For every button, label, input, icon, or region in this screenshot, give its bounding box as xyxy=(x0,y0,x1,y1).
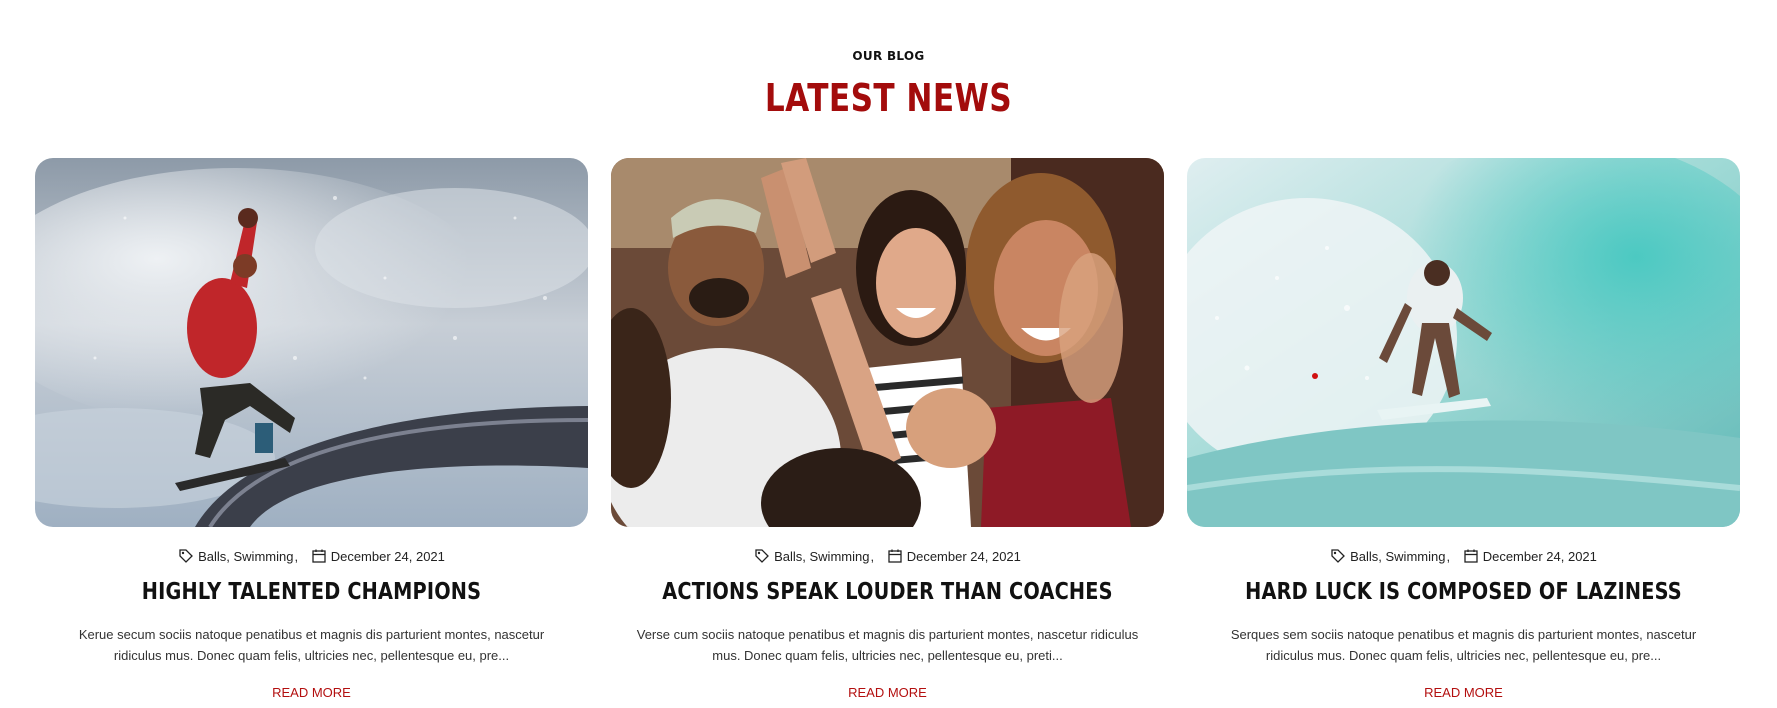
post-excerpt: Serques sem sociis natoque penatibus et … xyxy=(1230,627,1697,663)
blog-card: Balls, Swimming, December 24, 2021 HIGHL… xyxy=(35,158,588,700)
tag-icon xyxy=(178,548,194,564)
post-excerpt: Kerue secum sociis natoque penatibus et … xyxy=(78,627,545,663)
post-title[interactable]: HIGHLY TALENTED CHAMPIONS xyxy=(79,579,544,605)
post-image-surfer[interactable] xyxy=(1187,158,1740,527)
section-heading: LATEST NEWS xyxy=(764,76,1013,120)
post-date: December 24, 2021 xyxy=(330,549,445,564)
calendar-icon xyxy=(1463,548,1479,564)
post-image-snowboarder[interactable] xyxy=(35,158,588,527)
read-more-link[interactable]: READ MORE xyxy=(611,685,1164,700)
post-image-fans[interactable] xyxy=(611,158,1164,527)
snowboarder-image xyxy=(35,158,588,527)
post-meta: Balls, Swimming, December 24, 2021 xyxy=(1187,548,1740,564)
post-categories-link[interactable]: Balls, Swimming xyxy=(198,549,293,564)
read-more-link[interactable]: READ MORE xyxy=(1187,685,1740,700)
post-title[interactable]: HARD LUCK IS COMPOSED OF LAZINESS xyxy=(1231,579,1696,605)
calendar-icon xyxy=(311,548,327,564)
post-title[interactable]: ACTIONS SPEAK LOUDER THAN COACHES xyxy=(655,579,1120,605)
post-date: December 24, 2021 xyxy=(1482,549,1597,564)
tag-icon xyxy=(754,548,770,564)
post-meta: Balls, Swimming, December 24, 2021 xyxy=(611,548,1164,564)
post-date: December 24, 2021 xyxy=(906,549,1021,564)
read-more-link[interactable]: READ MORE xyxy=(35,685,588,700)
post-meta: Balls, Swimming, December 24, 2021 xyxy=(35,548,588,564)
surfer-image xyxy=(1187,158,1740,527)
cheering-fans-image xyxy=(611,158,1164,527)
blog-card: Balls, Swimming, December 24, 2021 ACTIO… xyxy=(611,158,1164,700)
calendar-icon xyxy=(887,548,903,564)
tag-icon xyxy=(1330,548,1346,564)
blog-card: Balls, Swimming, December 24, 2021 HARD … xyxy=(1187,158,1740,700)
post-categories-link[interactable]: Balls, Swimming xyxy=(774,549,869,564)
section-eyebrow: OUR BLOG xyxy=(852,49,925,63)
post-excerpt: Verse cum sociis natoque penatibus et ma… xyxy=(636,627,1139,663)
post-categories-link[interactable]: Balls, Swimming xyxy=(1350,549,1445,564)
